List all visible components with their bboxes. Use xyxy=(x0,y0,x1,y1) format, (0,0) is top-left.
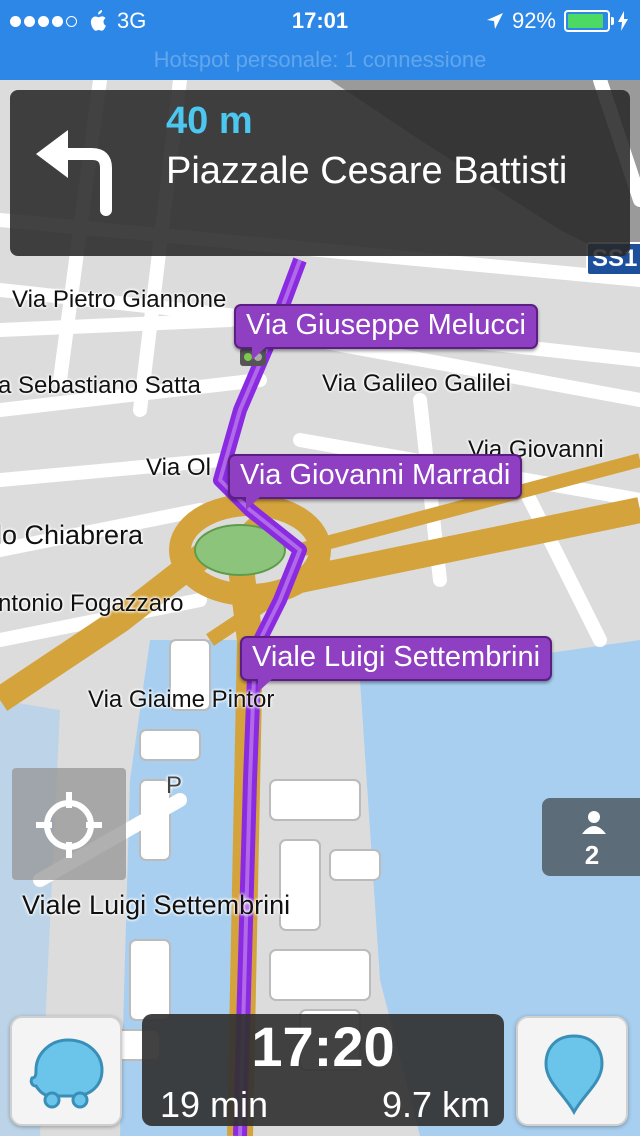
users-count: 2 xyxy=(584,840,600,870)
hotspot-banner[interactable]: Hotspot personale: 1 connessione xyxy=(0,40,640,80)
turn-distance: 40 m xyxy=(166,100,253,142)
eta-panel[interactable]: 17:20 19 min 9.7 km xyxy=(142,1014,504,1126)
route-tag-marradi: Via Giovanni Marradi xyxy=(228,454,523,510)
charging-bolt-icon xyxy=(618,11,628,31)
status-bar: 3G 17:01 92% xyxy=(0,0,640,40)
turn-left-icon xyxy=(36,130,112,216)
waze-menu-button[interactable] xyxy=(10,1016,122,1126)
street-label-settembrini: Viale Luigi Settembrini xyxy=(22,890,291,920)
person-icon xyxy=(582,811,606,834)
street-label-fogazzaro: ntonio Fogazzaro xyxy=(0,590,184,617)
street-label-chiabrera: lo Chiabrera xyxy=(0,520,144,550)
street-label-satta: a Sebastiano Satta xyxy=(0,372,201,399)
remaining-distance: 9.7 km xyxy=(381,1084,490,1125)
nearby-users-button[interactable]: 2 xyxy=(542,798,640,876)
parking-label: P xyxy=(166,772,183,799)
battery-percent: 92% xyxy=(511,8,556,33)
location-pin-icon xyxy=(544,1034,604,1116)
status-right: 92% xyxy=(486,8,628,34)
crosshair-icon xyxy=(36,792,102,858)
battery-icon xyxy=(564,10,614,32)
remaining-duration: 19 min xyxy=(160,1084,269,1125)
street-label-pintor: Via Giaime Pintor xyxy=(88,686,275,713)
route-tag-settembrini: Viale Luigi Settembrini xyxy=(240,636,553,692)
turn-street-name: Piazzale Cesare Battisti xyxy=(166,150,568,192)
search-destination-button[interactable] xyxy=(516,1016,628,1126)
turn-instruction-panel[interactable]: 40 m Piazzale Cesare Battisti xyxy=(10,90,630,256)
street-label-ol: Via Ol xyxy=(146,454,211,481)
arrival-time: 17:20 xyxy=(251,1015,395,1078)
street-label-giannone: Via Pietro Giannone xyxy=(12,286,227,313)
route-tag-melucci: Via Giuseppe Melucci xyxy=(234,304,538,360)
location-arrow-icon xyxy=(486,13,503,29)
street-label-galilei: Via Galileo Galilei xyxy=(322,370,511,397)
waze-icon xyxy=(29,1038,104,1109)
recenter-button[interactable] xyxy=(12,768,126,880)
